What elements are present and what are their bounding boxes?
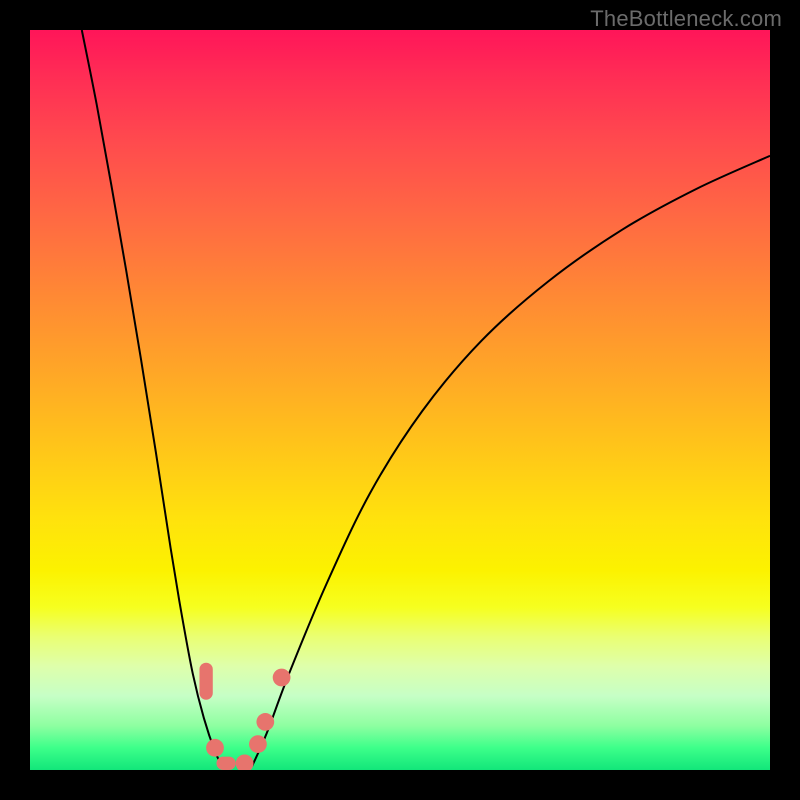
marker-dot (273, 669, 291, 687)
marker-pill (199, 663, 212, 700)
watermark-text: TheBottleneck.com (590, 6, 782, 32)
plot-area (30, 30, 770, 770)
right-branch-curve (252, 156, 770, 767)
marker-dot (249, 735, 267, 753)
left-branch-curve (82, 30, 223, 766)
marker-dot (206, 739, 224, 757)
chart-container: TheBottleneck.com (0, 0, 800, 800)
curve-overlay (30, 30, 770, 770)
marker-group (199, 663, 290, 770)
marker-dot (256, 713, 274, 731)
marker-dot (236, 754, 254, 770)
marker-pill (216, 757, 235, 770)
